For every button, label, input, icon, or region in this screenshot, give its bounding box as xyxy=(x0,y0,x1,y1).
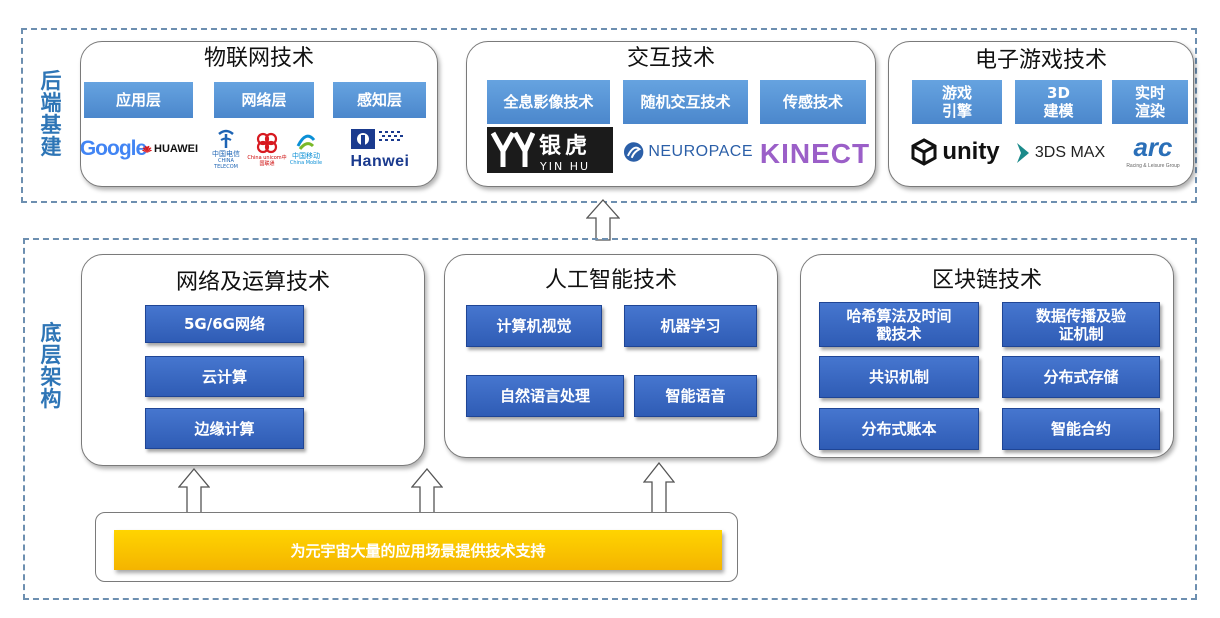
iot-title: 物联网技术 xyxy=(203,46,314,71)
hanwei-logo-text: Hanwei xyxy=(350,153,410,170)
unity-logo: unity xyxy=(903,133,1007,171)
telecom-swirl-icon xyxy=(218,129,234,148)
unicom-knot-icon xyxy=(256,132,278,154)
yinhu-logo: 银虎 YIN HU xyxy=(487,127,613,173)
box-distributed-storage: 分布式存储 xyxy=(1002,356,1160,398)
kinect-logo: KINECT xyxy=(758,134,872,174)
tag-random-interaction: 随机交互技术 xyxy=(623,80,748,124)
yinhu-en: YIN HU xyxy=(540,159,591,173)
box-5g6g: 5G/6G网络 xyxy=(145,305,304,343)
mobile-en: China Mobile xyxy=(289,160,323,166)
blockchain-title: 区块链技术 xyxy=(931,268,1042,293)
box-computer-vision: 计算机视觉 xyxy=(466,305,602,347)
tag-realtime-rendering: 实时渲染 xyxy=(1112,80,1188,124)
neuropace-swirl-icon xyxy=(623,142,644,162)
interaction-title: 交互技术 xyxy=(626,46,715,71)
china-mobile-logo: 中国移动 China Mobile xyxy=(288,126,324,172)
mobile-swirl-icon xyxy=(296,134,316,150)
up-arrow-icon xyxy=(411,468,443,514)
box-cloud-computing: 云计算 xyxy=(145,356,304,397)
box-smart-voice: 智能语音 xyxy=(634,375,757,417)
backend-label: 底层架构 xyxy=(40,321,62,411)
google-logo: Google xyxy=(80,128,147,170)
tag-holographic: 全息影像技术 xyxy=(487,80,610,124)
neuropace-text: NEUROPACE xyxy=(648,143,753,160)
unity-text: unity xyxy=(942,138,1000,165)
game-title: 电子游戏技术 xyxy=(974,48,1107,73)
arc-text: arc xyxy=(1133,131,1173,162)
box-data-propagation: 数据传播及验证机制 xyxy=(1002,302,1160,347)
box-smart-contract: 智能合约 xyxy=(1002,408,1160,450)
china-telecom-logo: 中国电信 CHINA TELECOM xyxy=(208,126,244,172)
tag-game-engine: 游戏引擎 xyxy=(912,80,1002,124)
box-hash-timestamp: 哈希算法及时间戳技术 xyxy=(819,302,979,347)
tag-3d-modeling: 3D建模 xyxy=(1015,80,1102,124)
3dsmax-logo: 3DS MAX xyxy=(1014,138,1106,168)
ai-title: 人工智能技术 xyxy=(544,268,677,293)
box-edge-computing: 边缘计算 xyxy=(145,408,304,449)
up-arrow-icon xyxy=(586,199,620,241)
box-distributed-ledger: 分布式账本 xyxy=(819,408,979,450)
support-bar: 为元宇宙大量的应用场景提供技术支持 xyxy=(114,530,722,570)
up-arrow-icon xyxy=(178,468,210,514)
mobile-cn: 中国移动 xyxy=(292,152,320,160)
google-logo-text: Google xyxy=(79,137,147,160)
yinhu-cn: 银虎 xyxy=(539,133,592,159)
huawei-logo: HUAWEI xyxy=(142,128,198,170)
telecom-cn: 中国电信 xyxy=(212,150,240,158)
tag-network-layer: 网络层 xyxy=(214,82,314,118)
arc-sub: Racing & Leisure Group xyxy=(1126,162,1180,169)
arc-logo: arc Racing & Leisure Group xyxy=(1112,128,1194,172)
up-arrow-icon xyxy=(643,462,675,514)
hanwei-emblem-icon xyxy=(351,129,403,149)
telecom-en: CHINA TELECOM xyxy=(214,158,238,170)
box-nlp: 自然语言处理 xyxy=(466,375,624,417)
unicom-text: China unicom中国联通 xyxy=(247,155,287,167)
tag-sensing: 传感技术 xyxy=(760,80,866,124)
3dsmax-icon xyxy=(1016,143,1029,163)
china-unicom-logo: China unicom中国联通 xyxy=(246,126,288,172)
yinhu-emblem-icon xyxy=(487,127,535,173)
3dsmax-text: 3DS MAX xyxy=(1034,144,1106,161)
huawei-logo-text: HUAWEI xyxy=(154,143,198,155)
kinect-text: KINECT xyxy=(759,138,871,169)
neuropace-logo: NEUROPACE xyxy=(623,137,753,167)
box-machine-learning: 机器学习 xyxy=(624,305,757,347)
huawei-petal-icon xyxy=(142,145,152,153)
unity-cube-icon xyxy=(911,138,937,166)
box-consensus: 共识机制 xyxy=(819,356,979,398)
network-title: 网络及运算技术 xyxy=(175,270,330,295)
tag-perception-layer: 感知层 xyxy=(333,82,426,118)
hanwei-logo: Hanwei xyxy=(332,124,428,174)
tag-application-layer: 应用层 xyxy=(84,82,193,118)
frontend-label: 后端基建 xyxy=(40,69,62,159)
